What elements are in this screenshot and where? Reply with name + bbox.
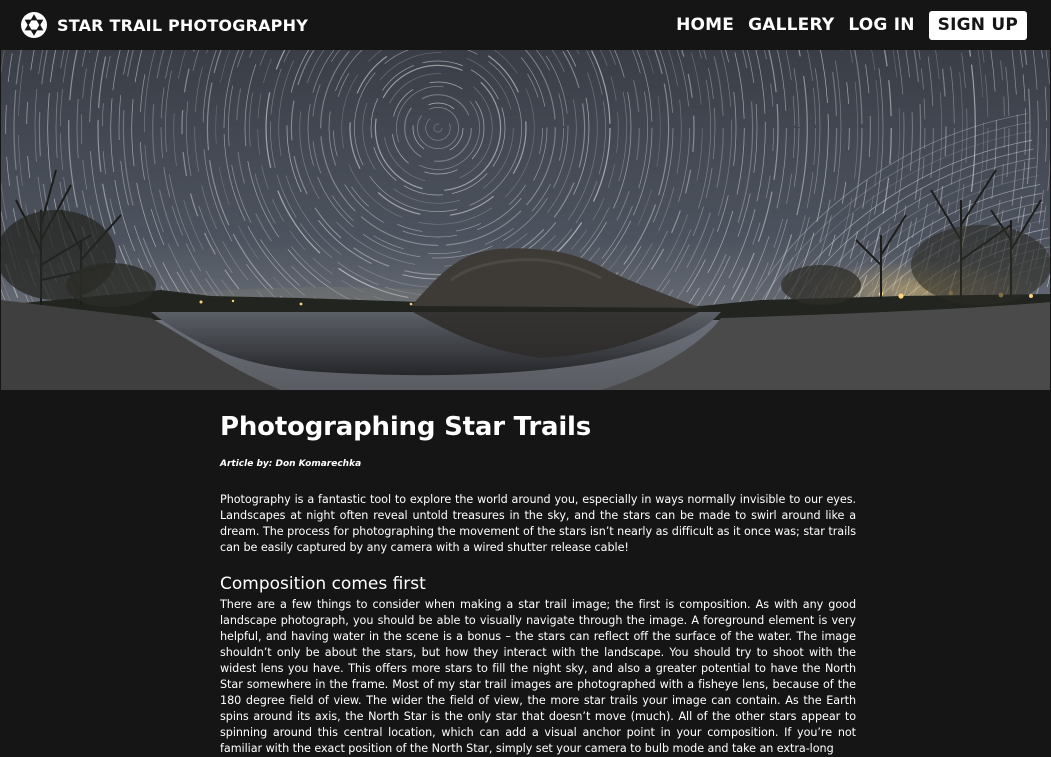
article-title: Photographing Star Trails: [220, 412, 592, 442]
article-byline: Article by: Don Komarechka: [220, 459, 362, 469]
signup-button[interactable]: SIGN UP: [928, 10, 1027, 40]
section-heading-composition: Composition comes first: [220, 574, 426, 594]
brand-link[interactable]: STAR TRAIL PHOTOGRAPHY: [20, 11, 308, 39]
article: Photographing Star Trails Article by: Do…: [220, 410, 856, 757]
nav-login-link[interactable]: LOG IN: [848, 15, 914, 35]
nav-home-link[interactable]: HOME: [676, 15, 734, 35]
article-intro-paragraph: Photography is a fantastic tool to explo…: [220, 493, 856, 554]
camera-aperture-icon: [21, 12, 47, 38]
hero-image: [1, 50, 1050, 390]
star-trail-landscape-image: [1, 50, 1050, 390]
main-nav: HOME GALLERY LOG IN SIGN UP: [676, 10, 1027, 40]
section-body-paragraph: There are a few things to consider when …: [220, 598, 856, 755]
nav-gallery-link[interactable]: GALLERY: [748, 15, 834, 35]
brand-title: STAR TRAIL PHOTOGRAPHY: [57, 15, 308, 35]
top-navigation-bar: STAR TRAIL PHOTOGRAPHY HOME GALLERY LOG …: [0, 0, 1051, 50]
